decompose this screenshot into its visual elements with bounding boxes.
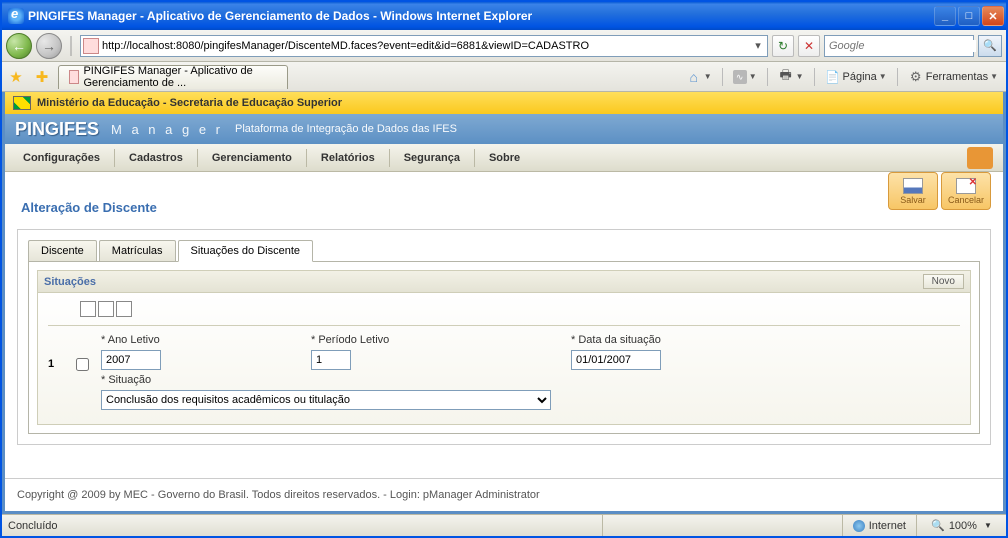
- brand-bar: PINGIFES M a n a g e r Plataforma de Int…: [5, 114, 1003, 144]
- home-menu[interactable]: ⌂▼: [682, 67, 716, 87]
- separator: [66, 36, 76, 56]
- novo-button[interactable]: Novo: [923, 274, 964, 289]
- browser-tab[interactable]: PINGIFES Manager - Aplicativo de Gerenci…: [58, 65, 288, 89]
- brazil-flag-icon: [13, 96, 31, 110]
- copy-icon[interactable]: [98, 301, 114, 317]
- forward-button[interactable]: →: [36, 33, 62, 59]
- cancel-icon: [956, 178, 976, 194]
- page-icon: [83, 38, 99, 54]
- status-spacer: [602, 515, 842, 536]
- window: PINGIFES Manager - Aplicativo de Gerenci…: [0, 0, 1008, 538]
- row-checkbox[interactable]: [76, 358, 89, 371]
- minimize-button[interactable]: _: [934, 6, 956, 26]
- close-button[interactable]: ✕: [982, 6, 1004, 26]
- row-number: 1: [48, 334, 64, 370]
- ie-command-bar: ⌂▼ ∿▼ ▼ Página▼ Ferramentas▼: [682, 67, 1002, 87]
- refresh-button[interactable]: ↻: [772, 35, 794, 57]
- back-button[interactable]: ←: [6, 33, 32, 59]
- page-title: Alteração de Discente: [21, 200, 991, 215]
- data-situacao-input[interactable]: [571, 350, 661, 370]
- save-icon: [903, 178, 923, 194]
- tab-title: PINGIFES Manager - Aplicativo de Gerenci…: [83, 65, 277, 89]
- zoom-icon: [931, 519, 945, 532]
- menu-sobre[interactable]: Sobre: [475, 144, 534, 171]
- address-bar[interactable]: ▾: [80, 35, 768, 57]
- brand-sub: M a n a g e r: [111, 122, 223, 137]
- gov-header: Ministério da Educação - Secretaria de E…: [5, 92, 1003, 114]
- periodo-letivo-label: * Período Letivo: [311, 334, 561, 346]
- search-button[interactable]: 🔍: [978, 35, 1002, 57]
- footer: Copyright @ 2009 by MEC - Governo do Bra…: [5, 478, 1003, 511]
- menu-configuracoes[interactable]: Configurações: [9, 144, 114, 171]
- tab-situacoes[interactable]: Situações do Discente: [178, 240, 313, 262]
- feeds-menu[interactable]: ∿▼: [729, 68, 761, 86]
- ie-icon: [8, 8, 24, 24]
- cancelar-button[interactable]: Cancelar: [941, 172, 991, 210]
- delete-icon[interactable]: [80, 301, 96, 317]
- menu-seguranca[interactable]: Segurança: [390, 144, 474, 171]
- page-menu[interactable]: Página▼: [821, 67, 891, 87]
- ie-tabs-bar: ★ ✚ PINGIFES Manager - Aplicativo de Ger…: [2, 62, 1006, 92]
- ano-letivo-label: * Ano Letivo: [101, 334, 301, 346]
- status-text: Concluído: [2, 520, 602, 532]
- favorites-icon[interactable]: ★: [6, 67, 26, 87]
- panel-header: Situações Novo: [37, 270, 971, 293]
- zoom-control[interactable]: 100% ▼: [916, 515, 1006, 536]
- situacao-label: * Situação: [101, 374, 960, 386]
- exit-icon[interactable]: [967, 147, 993, 169]
- maximize-button[interactable]: □: [958, 6, 980, 26]
- tab-matriculas[interactable]: Matrículas: [99, 240, 176, 262]
- menu-cadastros[interactable]: Cadastros: [115, 144, 197, 171]
- panel-title: Situações: [44, 276, 96, 288]
- print-menu[interactable]: ▼: [774, 67, 808, 87]
- form-area: Discente Matrículas Situações do Discent…: [17, 229, 991, 445]
- globe-icon: [853, 520, 865, 532]
- security-zone[interactable]: Internet: [842, 515, 916, 536]
- status-bar: Concluído Internet 100% ▼: [2, 514, 1006, 536]
- action-buttons: Salvar Cancelar: [888, 172, 991, 210]
- tab-content: Situações Novo 1: [28, 261, 980, 434]
- window-title: PINGIFES Manager - Aplicativo de Gerenci…: [28, 9, 934, 23]
- ie-nav-toolbar: ← → ▾ ↻ ✕ 🔍: [2, 30, 1006, 62]
- tab-favicon: [69, 70, 79, 84]
- tools-menu[interactable]: Ferramentas▼: [904, 67, 1002, 87]
- situacao-select[interactable]: Conclusão dos requisitos acadêmicos ou t…: [101, 390, 551, 410]
- app-menu-bar: Configurações Cadastros Gerenciamento Re…: [5, 144, 1003, 172]
- gov-header-text: Ministério da Educação - Secretaria de E…: [37, 97, 342, 109]
- brand-name: PINGIFES: [15, 119, 99, 140]
- form-tabs: Discente Matrículas Situações do Discent…: [28, 240, 980, 262]
- panel-body: 1 * Ano Letivo * Período Letivo * Data d…: [37, 293, 971, 425]
- url-input[interactable]: [102, 37, 751, 55]
- paste-icon[interactable]: [116, 301, 132, 317]
- brand-tagline: Plataforma de Integração de Dados das IF…: [235, 123, 457, 135]
- search-box[interactable]: [824, 35, 974, 57]
- menu-relatorios[interactable]: Relatórios: [307, 144, 389, 171]
- ano-letivo-input[interactable]: [101, 350, 161, 370]
- add-favorites-icon[interactable]: ✚: [32, 67, 52, 87]
- stop-button[interactable]: ✕: [798, 35, 820, 57]
- titlebar: PINGIFES Manager - Aplicativo de Gerenci…: [2, 2, 1006, 30]
- menu-gerenciamento[interactable]: Gerenciamento: [198, 144, 306, 171]
- data-row: 1 * Ano Letivo * Período Letivo * Data d…: [48, 334, 960, 410]
- url-dropdown[interactable]: ▾: [751, 39, 765, 52]
- tab-discente[interactable]: Discente: [28, 240, 97, 262]
- content-area: Salvar Cancelar Alteração de Discente Di…: [5, 172, 1003, 478]
- row-actions: [80, 301, 960, 317]
- data-situacao-label: * Data da situação: [571, 334, 960, 346]
- periodo-letivo-input[interactable]: [311, 350, 351, 370]
- search-input[interactable]: [825, 40, 976, 52]
- app-viewport: Ministério da Educação - Secretaria de E…: [2, 92, 1006, 514]
- salvar-button[interactable]: Salvar: [888, 172, 938, 210]
